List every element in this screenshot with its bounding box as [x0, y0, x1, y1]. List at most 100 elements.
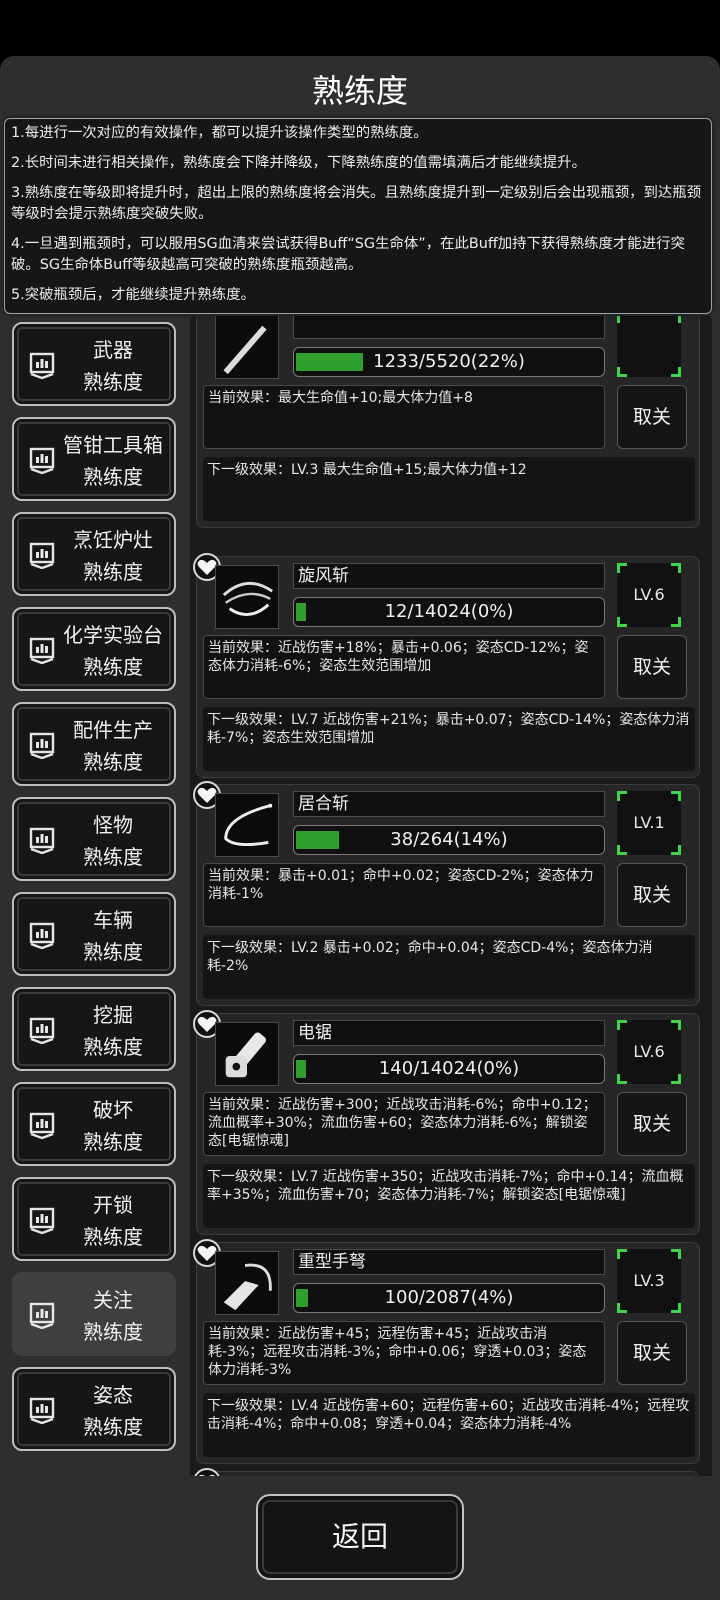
skill-card: 旋风斩 12/14024(0%) LV.6 当前效果：近战伤害+18%；暴击+0.06… [193, 553, 700, 778]
sidebar-category-label: 挖掘 熟练度 [58, 999, 168, 1063]
sidebar-item-9[interactable]: 开锁 熟练度 [12, 1177, 176, 1261]
category-suffix: 熟练度 [83, 940, 143, 964]
skill-card: 电锯 140/14024(0%) LV.6 当前效果：近战伤害+300；近战攻击消耗-… [193, 1010, 700, 1235]
sidebar-item-0[interactable]: 武器 熟练度 [12, 322, 176, 406]
skill-card: 居合斩 38/264(14%) LV.1 当前效果：暴击+0.01；命中+0.02；姿… [193, 781, 700, 1006]
progress-bar: 1233/5520(22%) [293, 347, 605, 377]
sidebar-category-label: 烹饪炉灶 熟练度 [58, 524, 168, 588]
sidebar-item-8[interactable]: 破坏 熟练度 [12, 1082, 176, 1166]
category-name: 武器 [93, 338, 133, 362]
sidebar-category-label: 关注 熟练度 [58, 1284, 168, 1348]
info-rule: 5.突破瓶颈后，才能继续提升熟练度。 [11, 287, 255, 303]
page-title: 熟练度 [311, 72, 408, 110]
level-text: LV.1 [633, 813, 665, 832]
category-name: 挖掘 [93, 1003, 133, 1027]
sidebar-category-label: 配件生产 熟练度 [58, 714, 168, 778]
skill-card: 1233/5520(22%) 当前效果：最大生命值+10;最大体力值+8 取关 下一级… [196, 316, 700, 528]
level-text: LV.3 [633, 1271, 665, 1290]
badge-icon [29, 637, 55, 664]
level-badge: LV.1 [617, 791, 681, 855]
category-name: 管钳工具箱 [63, 433, 163, 457]
category-suffix: 熟练度 [83, 845, 143, 869]
category-suffix: 熟练度 [83, 560, 143, 584]
crossbow-icon-art [223, 1263, 272, 1311]
badge-icon [29, 827, 55, 854]
progress-text: 12/14024(0%) [384, 601, 514, 622]
info-tooltip: 1.每进行一次对应的有效操作，都可以提升该操作类型的熟练度。 2.长时间未进行相… [4, 118, 712, 314]
unfollow-button[interactable]: 取关 [617, 385, 687, 449]
sidebar-category-label: 化学实验台 熟练度 [58, 619, 168, 683]
badge-icon [29, 352, 55, 379]
info-rule: 3.熟练度在等级即将提升时，超出上限的熟练度将会消失。且熟练度提升到一定级别后会… [11, 185, 702, 222]
sidebar-item-1[interactable]: 管钳工具箱 熟练度 [12, 417, 176, 501]
chainsaw-icon [215, 1022, 279, 1086]
category-suffix: 熟练度 [83, 370, 143, 394]
skill-list[interactable]: 1233/5520(22%) 当前效果：最大生命值+10;最大体力值+8 取关 下一级… [190, 316, 712, 1532]
level-badge: LV.6 [617, 563, 681, 627]
sidebar-item-2[interactable]: 烹饪炉灶 熟练度 [12, 512, 176, 596]
next-effect: 下一级效果：LV.4 近战伤害+60；远程伤害+60；近战攻击消耗-4%；远程攻… [203, 1393, 695, 1457]
category-name: 关注 [93, 1288, 133, 1312]
sidebar-item-10[interactable]: 关注 熟练度 [12, 1272, 176, 1356]
sidebar-item-3[interactable]: 化学实验台 熟练度 [12, 607, 176, 691]
current-effect: 当前效果：近战伤害+300；近战攻击消耗-6%；命中+0.12；流血概率+30%… [203, 1092, 605, 1156]
crossbow-icon [215, 1251, 279, 1315]
back-button[interactable]: 返回 [256, 1494, 464, 1580]
progress-bar: 100/2087(4%) [293, 1283, 605, 1313]
progress-text: 38/264(14%) [390, 829, 508, 850]
level-text: LV.6 [633, 1042, 665, 1061]
badge-icon [29, 1207, 55, 1234]
sidebar-category-label: 破坏 熟练度 [58, 1094, 168, 1158]
unfollow-button[interactable]: 取关 [617, 1092, 687, 1156]
current-effect: 当前效果：暴击+0.01；命中+0.02；姿态CD-2%；姿态体力消耗-1% [203, 863, 605, 927]
sidebar-category-label: 武器 熟练度 [58, 334, 168, 398]
skill-card: 重型手弩 100/2087(4%) LV.3 当前效果：近战伤害+45；远程伤害+45… [193, 1239, 700, 1464]
whirlwind-slash-icon [215, 565, 279, 629]
category-name: 化学实验台 [63, 623, 163, 647]
chainsaw-icon-art [225, 1032, 266, 1078]
category-name: 破坏 [93, 1098, 133, 1122]
current-effect: 当前效果：近战伤害+45；远程伤害+45；近战攻击消耗-3%；远程攻击消耗-3%… [203, 1321, 605, 1385]
level-badge: LV.3 [617, 1249, 681, 1313]
badge-icon [29, 1017, 55, 1044]
sidebar-item-7[interactable]: 挖掘 熟练度 [12, 987, 176, 1071]
bottom-bar: 返回 [0, 1476, 720, 1600]
category-name: 车辆 [93, 908, 133, 932]
category-name: 配件生产 [73, 718, 153, 742]
blade-icon-art [223, 325, 267, 375]
level-badge [617, 316, 681, 377]
category-suffix: 熟练度 [83, 1130, 143, 1154]
progress-bar: 38/264(14%) [293, 825, 605, 855]
sidebar-item-4[interactable]: 配件生产 熟练度 [12, 702, 176, 786]
skill-name: 电锯 [293, 1020, 605, 1046]
info-rule: 4.一旦遇到瓶颈时，可以服用SG血清来尝试获得Buff“SG生命体”，在此Buf… [11, 236, 685, 273]
info-rule: 1.每进行一次对应的有效操作，都可以提升该操作类型的熟练度。 [11, 125, 428, 141]
iai-slash-icon-art [224, 803, 273, 847]
level-text: LV.6 [633, 585, 665, 604]
sidebar-category-label: 姿态 熟练度 [58, 1379, 168, 1443]
info-rule: 2.长时间未进行相关操作，熟练度会下降并降级，下降熟练度的值需填满后才能继续提升… [11, 155, 586, 171]
skill-name: 居合斩 [293, 791, 605, 817]
badge-icon [29, 1302, 55, 1329]
badge-icon [29, 922, 55, 949]
sidebar-category-label: 车辆 熟练度 [58, 904, 168, 968]
next-effect: 下一级效果：LV.7 近战伤害+21%；暴击+0.07；姿态CD-14%；姿态体… [203, 707, 695, 771]
sidebar-item-5[interactable]: 怪物 熟练度 [12, 797, 176, 881]
skill-name [293, 316, 605, 339]
unfollow-button[interactable]: 取关 [617, 635, 687, 699]
sidebar-category-label: 怪物 熟练度 [58, 809, 168, 873]
skill-name: 旋风斩 [293, 563, 605, 589]
category-suffix: 熟练度 [83, 1225, 143, 1249]
sidebar-item-11[interactable]: 姿态 熟练度 [12, 1367, 176, 1451]
sidebar-item-6[interactable]: 车辆 熟练度 [12, 892, 176, 976]
next-effect: 下一级效果：LV.3 最大生命值+15;最大体力值+12 [203, 457, 695, 521]
badge-icon [29, 542, 55, 569]
iai-slash-icon [215, 793, 279, 857]
current-effect: 当前效果：近战伤害+18%；暴击+0.06；姿态CD-12%；姿态体力消耗-6%… [203, 635, 605, 699]
unfollow-button[interactable]: 取关 [617, 1321, 687, 1385]
unfollow-button[interactable]: 取关 [617, 863, 687, 927]
progress-text: 100/2087(4%) [384, 1287, 514, 1308]
category-name: 烹饪炉灶 [73, 528, 153, 552]
progress-text: 1233/5520(22%) [373, 351, 525, 372]
next-effect: 下一级效果：LV.7 近战伤害+350；近战攻击消耗-7%；命中+0.14；流血… [203, 1164, 695, 1228]
